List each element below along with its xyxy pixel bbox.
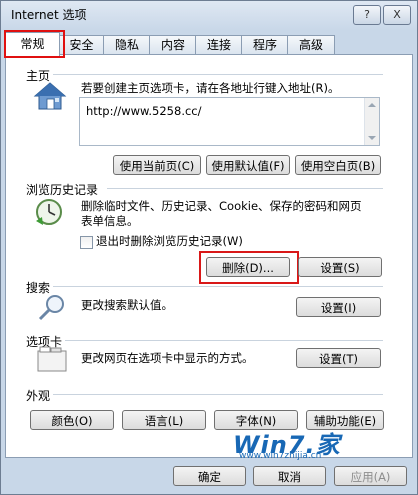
url-scrollbar[interactable] [364, 98, 379, 145]
search-description: 更改搜索默认值。 [81, 298, 173, 312]
history-settings-button[interactable]: 设置(S) [298, 257, 382, 277]
tabs-window-icon [36, 345, 68, 376]
tab-bar: 常规 安全 隐私 内容 连接 程序 高级 [5, 32, 409, 56]
watermark-url: www.win7zhijia.cn [239, 451, 322, 461]
use-default-button[interactable]: 使用默认值(F) [206, 155, 290, 175]
tabs-settings-button[interactable]: 设置(T) [296, 348, 381, 368]
highlight-box-delete-button [199, 251, 299, 284]
title-bar: Internet 选项 ? X [1, 1, 417, 29]
homepage-url-value: http://www.5258.cc/ [86, 104, 202, 118]
history-divider [107, 188, 383, 189]
ok-button[interactable]: 确定 [173, 466, 246, 486]
close-button[interactable]: X [383, 5, 411, 25]
window-title: Internet 选项 [11, 8, 87, 22]
delete-on-exit-checkbox[interactable] [80, 236, 93, 249]
tab-privacy[interactable]: 隐私 [103, 35, 151, 55]
tabs-divider [65, 340, 383, 341]
scroll-up-arrow-icon[interactable] [368, 103, 376, 107]
highlight-box-general-tab [4, 30, 65, 58]
tab-programs[interactable]: 程序 [241, 35, 289, 55]
appearance-heading: 外观 [26, 389, 51, 403]
house-icon [33, 81, 67, 114]
apply-button[interactable]: 应用(A) [334, 466, 407, 486]
tab-advanced[interactable]: 高级 [287, 35, 335, 55]
homepage-url-textarea[interactable]: http://www.5258.cc/ [79, 97, 380, 146]
appearance-divider [53, 394, 383, 395]
tab-content[interactable]: 内容 [149, 35, 197, 55]
search-settings-button[interactable]: 设置(I) [296, 297, 381, 317]
homepage-divider [53, 74, 383, 75]
cancel-button[interactable]: 取消 [253, 466, 326, 486]
history-clock-icon [33, 197, 67, 232]
history-description: 删除临时文件、历史记录、Cookie、保存的密码和网页表单信息。 [81, 199, 362, 228]
tab-security[interactable]: 安全 [58, 35, 105, 55]
help-button[interactable]: ? [353, 5, 381, 25]
use-current-page-button[interactable]: 使用当前页(C) [113, 155, 201, 175]
colors-button[interactable]: 颜色(O) [30, 410, 114, 430]
languages-button[interactable]: 语言(L) [122, 410, 206, 430]
internet-options-dialog: Internet 选项 ? X 常规 安全 隐私 内容 连接 程序 高级 主页 … [0, 0, 418, 495]
use-blank-page-button[interactable]: 使用空白页(B) [295, 155, 381, 175]
search-divider [53, 286, 383, 287]
tabs-description: 更改网页在选项卡中显示的方式。 [81, 351, 254, 365]
delete-on-exit-label: 退出时删除浏览历史记录(W) [96, 234, 243, 248]
tab-connections[interactable]: 连接 [195, 35, 243, 55]
magnifier-icon [37, 293, 67, 326]
scroll-down-arrow-icon[interactable] [368, 136, 376, 140]
homepage-description: 若要创建主页选项卡，请在各地址行键入地址(R)。 [81, 81, 340, 95]
history-heading: 浏览历史记录 [26, 183, 99, 197]
